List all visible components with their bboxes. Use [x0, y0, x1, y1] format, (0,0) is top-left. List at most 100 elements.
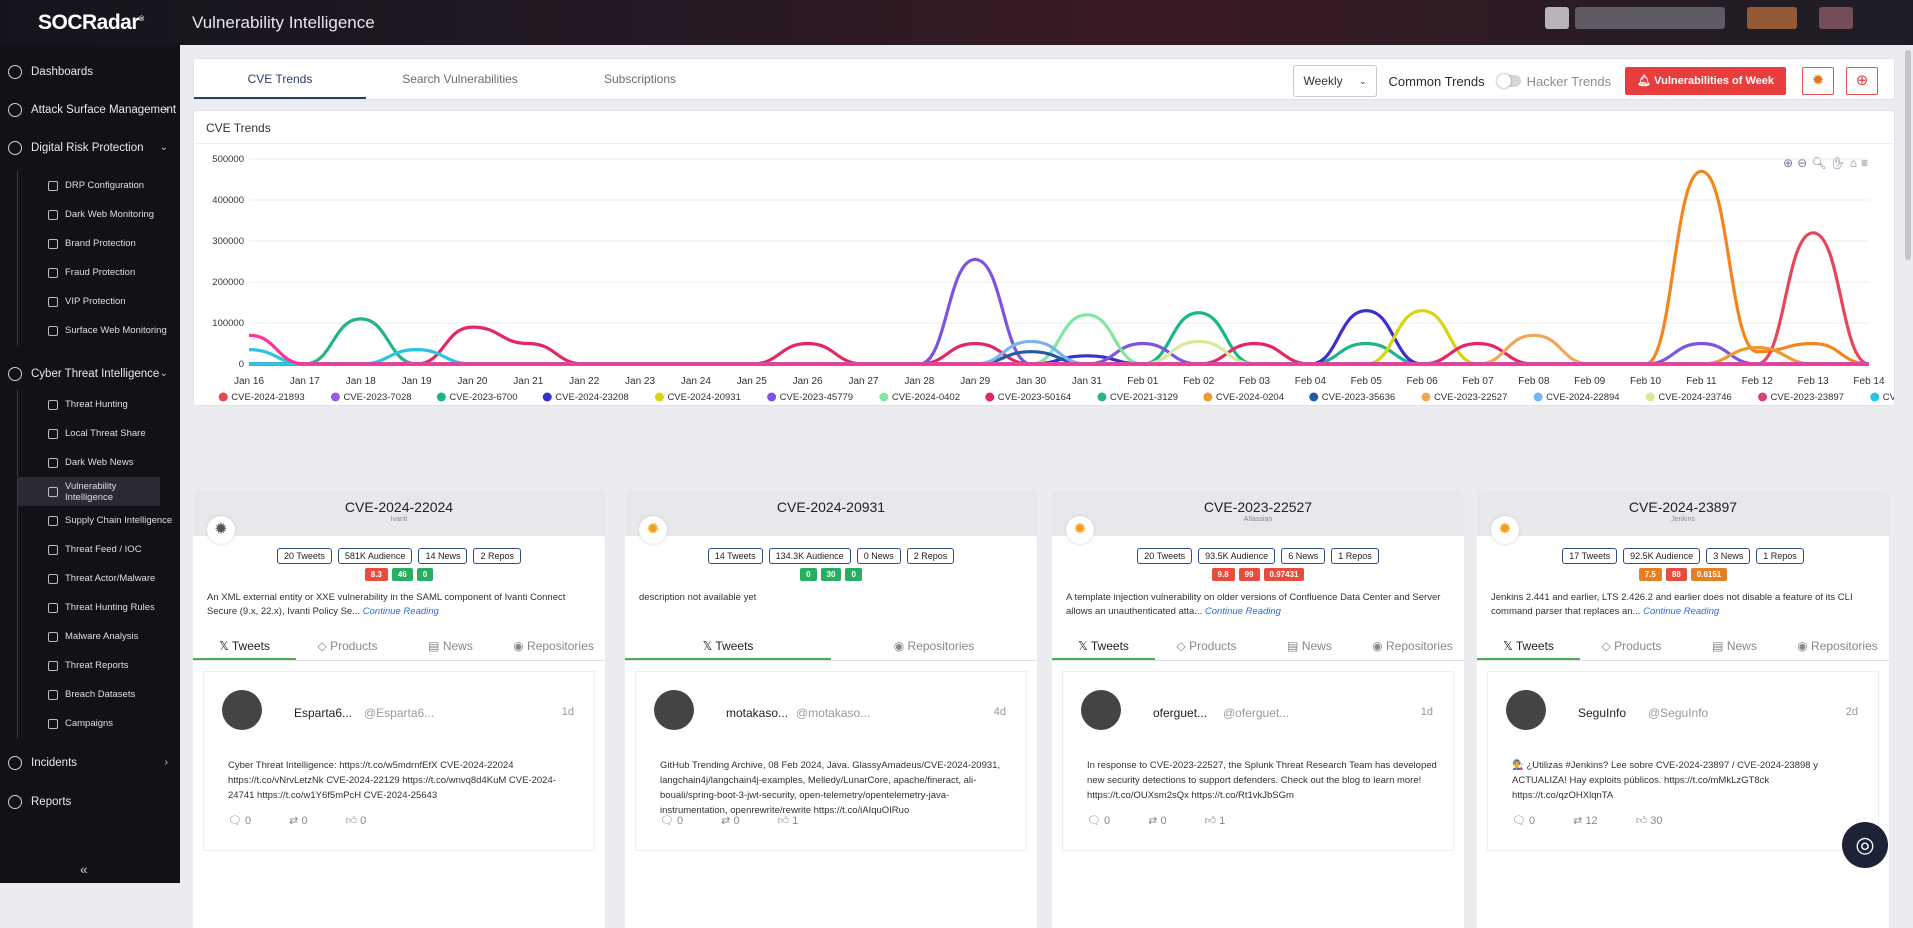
brand-logo[interactable]: SOCRadar® [0, 11, 180, 35]
news-badge[interactable]: 0 News [856, 548, 901, 564]
repos-badge[interactable]: 1 Repos [1331, 548, 1379, 564]
tweets-badge[interactable]: 20 Tweets [1137, 548, 1193, 564]
sidebar-item-threat-actor-malware[interactable]: Threat Actor/Malware [17, 564, 180, 593]
tweets-badge[interactable]: 14 Tweets [707, 548, 763, 564]
bug-icon-button[interactable]: ✹ [1802, 67, 1834, 95]
tab-cve-trends[interactable]: CVE Trends [194, 59, 366, 99]
card-tab-tweets[interactable]: 𝕏 Tweets [1477, 631, 1580, 660]
card-tab-products[interactable]: ◇ Products [296, 631, 399, 660]
sidebar-item-reports[interactable]: Reports [0, 787, 180, 816]
audience-badge[interactable]: 134.3K Audience [768, 548, 851, 564]
card-tab-products[interactable]: ◇ Products [1155, 631, 1258, 660]
sidebar-item-supply-chain-intelligence[interactable]: Supply Chain Intelligence [17, 506, 180, 535]
card-tab-repositories[interactable]: ◉ Repositories [831, 631, 1037, 660]
avatar[interactable] [1081, 690, 1121, 730]
sidebar-item-drp[interactable]: Digital Risk Protection ⌄ [0, 133, 180, 162]
audience-badge[interactable]: 93.5K Audience [1198, 548, 1276, 564]
user-profile[interactable] [1545, 7, 1725, 29]
avatar[interactable] [222, 690, 262, 730]
vulnerabilities-of-week-button[interactable]: 🔔︎ Vulnerabilities of Week [1625, 67, 1786, 95]
card-tab-repositories[interactable]: ◉ Repositories [1361, 631, 1464, 660]
sidebar-item-breach-datasets[interactable]: Breach Datasets [17, 680, 180, 709]
collapse-sidebar-icon[interactable]: « [80, 861, 88, 877]
card-header[interactable]: CVE-2024-23897 Jenkins [1477, 490, 1889, 536]
like-count[interactable]: 👍︎ 1 [778, 814, 799, 827]
comment-count[interactable]: 🗨︎ 0 [1512, 814, 1535, 827]
like-count[interactable]: 👍︎ 30 [1636, 814, 1663, 827]
tab-subscriptions[interactable]: Subscriptions [554, 59, 726, 99]
avatar[interactable] [654, 690, 694, 730]
trends-toggle[interactable] [1496, 74, 1521, 88]
sidebar-item-incidents[interactable]: Incidents › [0, 748, 180, 777]
tweet-user[interactable]: Esparta6... [294, 706, 352, 720]
tweet-item[interactable]: SeguInfo @SeguInfo 2d 👨‍🏭 ¿Utilizas #Jenkin… [1487, 671, 1879, 851]
sidebar-item-brand-protection[interactable]: Brand Protection [17, 229, 180, 258]
help-icon[interactable]: ◎ [1842, 822, 1888, 868]
tweet-user[interactable]: SeguInfo [1578, 706, 1626, 720]
card-tab-news[interactable]: ▤ News [1258, 631, 1361, 660]
continue-reading-link[interactable]: Continue Reading [1643, 606, 1719, 617]
comment-count[interactable]: 🗨︎ 0 [228, 814, 251, 827]
sidebar-item-drp-configuration[interactable]: DRP Configuration [17, 171, 180, 200]
repos-badge[interactable]: 2 Repos [473, 548, 521, 564]
continue-reading-link[interactable]: Continue Reading [363, 606, 439, 617]
company-redacted[interactable] [1747, 7, 1797, 29]
page-scrollbar[interactable] [1905, 50, 1911, 260]
sidebar-item-fraud-protection[interactable]: Fraud Protection [17, 258, 180, 287]
sidebar-item-threat-reports[interactable]: Threat Reports [17, 651, 180, 680]
card-tab-news[interactable]: ▤ News [399, 631, 502, 660]
card-header[interactable]: CVE-2023-22527 Atlassian [1052, 490, 1464, 536]
tweet-item[interactable]: Esparta6... @Esparta6... 1d Cyber Threat In… [203, 671, 595, 851]
tweet-item[interactable]: oferguet... @oferguet... 1d In response to … [1062, 671, 1454, 851]
card-header[interactable]: CVE-2024-20931 [625, 490, 1037, 536]
retweet-count[interactable]: ⇄ 12 [1573, 814, 1598, 827]
sidebar-item-threat-feed-ioc[interactable]: Threat Feed / IOC [17, 535, 180, 564]
sidebar-item-vip-protection[interactable]: VIP Protection [17, 287, 180, 316]
audience-badge[interactable]: 92.5K Audience [1623, 548, 1701, 564]
comment-count[interactable]: 🗨︎ 0 [660, 814, 683, 827]
repos-badge[interactable]: 1 Repos [1756, 548, 1804, 564]
sidebar-item-asm[interactable]: Attack Surface Management › [0, 95, 180, 124]
retweet-count[interactable]: ⇄ 0 [721, 814, 739, 827]
continue-reading-link[interactable]: Continue Reading [1205, 606, 1281, 617]
news-badge[interactable]: 14 News [418, 548, 468, 564]
news-badge[interactable]: 3 News [1706, 548, 1751, 564]
add-icon-button[interactable]: ⊕ [1846, 67, 1878, 95]
period-select[interactable]: Weekly ⌄ [1292, 65, 1377, 97]
tweet-user[interactable]: motakaso... [726, 706, 788, 720]
comment-count[interactable]: 🗨︎ 0 [1087, 814, 1110, 827]
card-tab-repositories[interactable]: ◉ Repositories [502, 631, 605, 660]
tweet-user[interactable]: oferguet... [1153, 706, 1207, 720]
audience-badge[interactable]: 581K Audience [337, 548, 413, 564]
retweet-count[interactable]: ⇄ 0 [1148, 814, 1166, 827]
sidebar-item-local-threat-share[interactable]: Local Threat Share [17, 419, 180, 448]
card-tab-tweets[interactable]: 𝕏 Tweets [193, 631, 296, 660]
repos-badge[interactable]: 2 Repos [906, 548, 955, 564]
sidebar-item-cti[interactable]: Cyber Threat Intelligence ⌄ [0, 359, 180, 388]
like-count[interactable]: 👍︎ 0 [346, 814, 367, 827]
tweet-item[interactable]: motakaso... @motakaso... 4d GitHub Trending… [635, 671, 1027, 851]
sidebar-item-dashboards[interactable]: Dashboards [0, 57, 180, 86]
card-header[interactable]: CVE-2024-22024 Ivanti [193, 490, 605, 536]
sidebar-item-dark-web-news[interactable]: Dark Web News [17, 448, 180, 477]
card-tab-tweets[interactable]: 𝕏 Tweets [1052, 631, 1155, 660]
retweet-count[interactable]: ⇄ 0 [289, 814, 307, 827]
card-tab-tweets[interactable]: 𝕏 Tweets [625, 631, 831, 660]
card-tab-repositories[interactable]: ◉ Repositories [1786, 631, 1889, 660]
tweets-badge[interactable]: 20 Tweets [277, 548, 332, 564]
notification-icon[interactable] [1819, 7, 1853, 29]
sidebar-item-threat-hunting[interactable]: Threat Hunting [17, 390, 180, 419]
avatar[interactable] [1506, 690, 1546, 730]
news-badge[interactable]: 6 News [1281, 548, 1326, 564]
sidebar-item-vulnerability-intelligence[interactable]: Vulnerability Intelligence [17, 477, 160, 506]
tab-search-vulnerabilities[interactable]: Search Vulnerabilities [374, 59, 546, 99]
sidebar-item-malware-analysis[interactable]: Malware Analysis [17, 622, 180, 651]
sidebar-item-dark-web-monitoring[interactable]: Dark Web Monitoring [17, 200, 180, 229]
sidebar-item-threat-hunting-rules[interactable]: Threat Hunting Rules [17, 593, 180, 622]
card-tab-news[interactable]: ▤ News [1683, 631, 1786, 660]
sidebar-item-surface-web-monitoring[interactable]: Surface Web Monitoring [17, 316, 180, 345]
sidebar-item-campaigns[interactable]: Campaigns [17, 709, 180, 738]
tweets-badge[interactable]: 17 Tweets [1562, 548, 1618, 564]
like-count[interactable]: 👍︎ 1 [1205, 814, 1226, 827]
card-tab-products[interactable]: ◇ Products [1580, 631, 1683, 660]
